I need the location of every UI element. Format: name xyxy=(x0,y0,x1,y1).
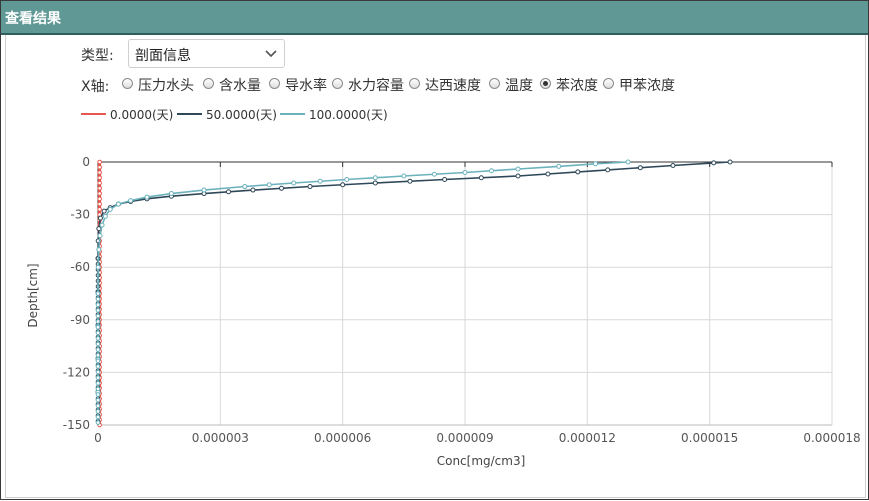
y-tick-label: -120 xyxy=(63,365,90,379)
x-tick-label: 0.000018 xyxy=(803,431,860,445)
series-point xyxy=(95,392,101,397)
series-point xyxy=(95,414,101,420)
series-point xyxy=(97,233,103,239)
series-point xyxy=(97,207,102,212)
series-point xyxy=(317,178,323,184)
series-point xyxy=(97,159,102,165)
series-point xyxy=(307,184,313,190)
series-point xyxy=(95,380,101,386)
y-tick-label: -30 xyxy=(70,208,90,222)
series-point xyxy=(201,187,207,193)
series-point xyxy=(97,191,102,196)
series-point xyxy=(95,341,101,347)
series-point xyxy=(605,167,611,173)
series-point xyxy=(344,177,350,183)
x-tick-label: 0.000012 xyxy=(559,431,616,445)
series-point xyxy=(478,175,484,181)
y-tick-label: -60 xyxy=(70,260,90,274)
series-point xyxy=(102,213,108,219)
series-point xyxy=(95,291,101,296)
series-point xyxy=(107,206,113,212)
series-point xyxy=(401,173,407,179)
series-point xyxy=(442,177,448,183)
series-point xyxy=(372,180,378,186)
series-point xyxy=(97,175,102,181)
series-point xyxy=(95,330,101,336)
series-point xyxy=(372,175,378,181)
series-point xyxy=(556,163,562,169)
y-tick-label: 0 xyxy=(82,155,90,169)
x-tick-label: 0.000003 xyxy=(192,431,249,445)
series-point xyxy=(97,186,102,191)
series-point xyxy=(95,347,101,352)
series-point xyxy=(115,201,121,207)
series-point xyxy=(431,171,437,177)
series-point xyxy=(99,222,105,228)
series-point xyxy=(250,187,256,193)
series-point xyxy=(279,185,284,191)
series-point xyxy=(95,409,101,414)
series-point xyxy=(95,296,101,302)
series-point xyxy=(95,336,101,341)
y-tick-label: -90 xyxy=(70,313,90,327)
series-point xyxy=(711,160,717,166)
series-point xyxy=(515,166,521,172)
series-point xyxy=(266,182,272,188)
series-point xyxy=(462,170,468,176)
series-point xyxy=(128,198,134,204)
series-point xyxy=(291,180,297,186)
series-point xyxy=(168,191,174,197)
series-point xyxy=(95,369,101,375)
concentration-depth-chart: 0 0.000003 0.000006 0.000009 0.000012 0.00001… xyxy=(26,155,861,468)
series-point xyxy=(97,201,102,207)
series-point xyxy=(97,196,102,202)
x-tick-label: 0.000006 xyxy=(314,431,371,445)
series-point xyxy=(96,247,102,253)
series-point xyxy=(95,264,101,270)
series-point xyxy=(625,159,631,165)
series-point xyxy=(101,208,107,214)
series-point xyxy=(592,161,598,167)
series-point xyxy=(97,215,103,221)
results-window: 查看结果 类型: 剖面信息 X轴: 压力水头 含水量 导水率 水力容量 达西速度 温度 苯浓… xyxy=(0,0,869,500)
series-point xyxy=(95,324,101,330)
series-point xyxy=(95,308,101,313)
x-tick-label: 0.000015 xyxy=(681,431,738,445)
series-point xyxy=(95,313,101,319)
series-point xyxy=(95,302,101,308)
series-point xyxy=(575,169,581,175)
series-point xyxy=(515,173,521,179)
series-point xyxy=(670,163,676,169)
series-line xyxy=(97,161,629,425)
series-point xyxy=(637,165,643,171)
x-tick-label: 0 xyxy=(94,431,102,445)
series-point xyxy=(144,194,150,200)
y-tick-label: -150 xyxy=(63,418,90,432)
series-point xyxy=(96,226,102,232)
series-point xyxy=(95,386,101,392)
series-line xyxy=(97,161,731,425)
series-point xyxy=(95,403,101,409)
y-axis-label: Depth[cm] xyxy=(26,263,40,327)
series-point xyxy=(97,164,102,170)
series-point xyxy=(95,358,101,364)
series-point xyxy=(97,180,102,186)
series-point xyxy=(95,397,101,403)
series-point xyxy=(545,171,551,177)
x-axis-label: Conc[mg/cm3] xyxy=(437,454,526,468)
series-point xyxy=(95,364,101,369)
series-point xyxy=(225,189,231,195)
series-point xyxy=(242,184,248,190)
series-point xyxy=(407,178,413,184)
series-point xyxy=(95,375,101,380)
x-tick-label: 0.000009 xyxy=(436,431,493,445)
series-point xyxy=(95,319,101,324)
series-point xyxy=(95,352,101,358)
series-point xyxy=(489,168,495,174)
series-point xyxy=(97,170,102,175)
series-point xyxy=(727,159,733,165)
series-point xyxy=(95,420,101,425)
series-point xyxy=(340,182,346,188)
